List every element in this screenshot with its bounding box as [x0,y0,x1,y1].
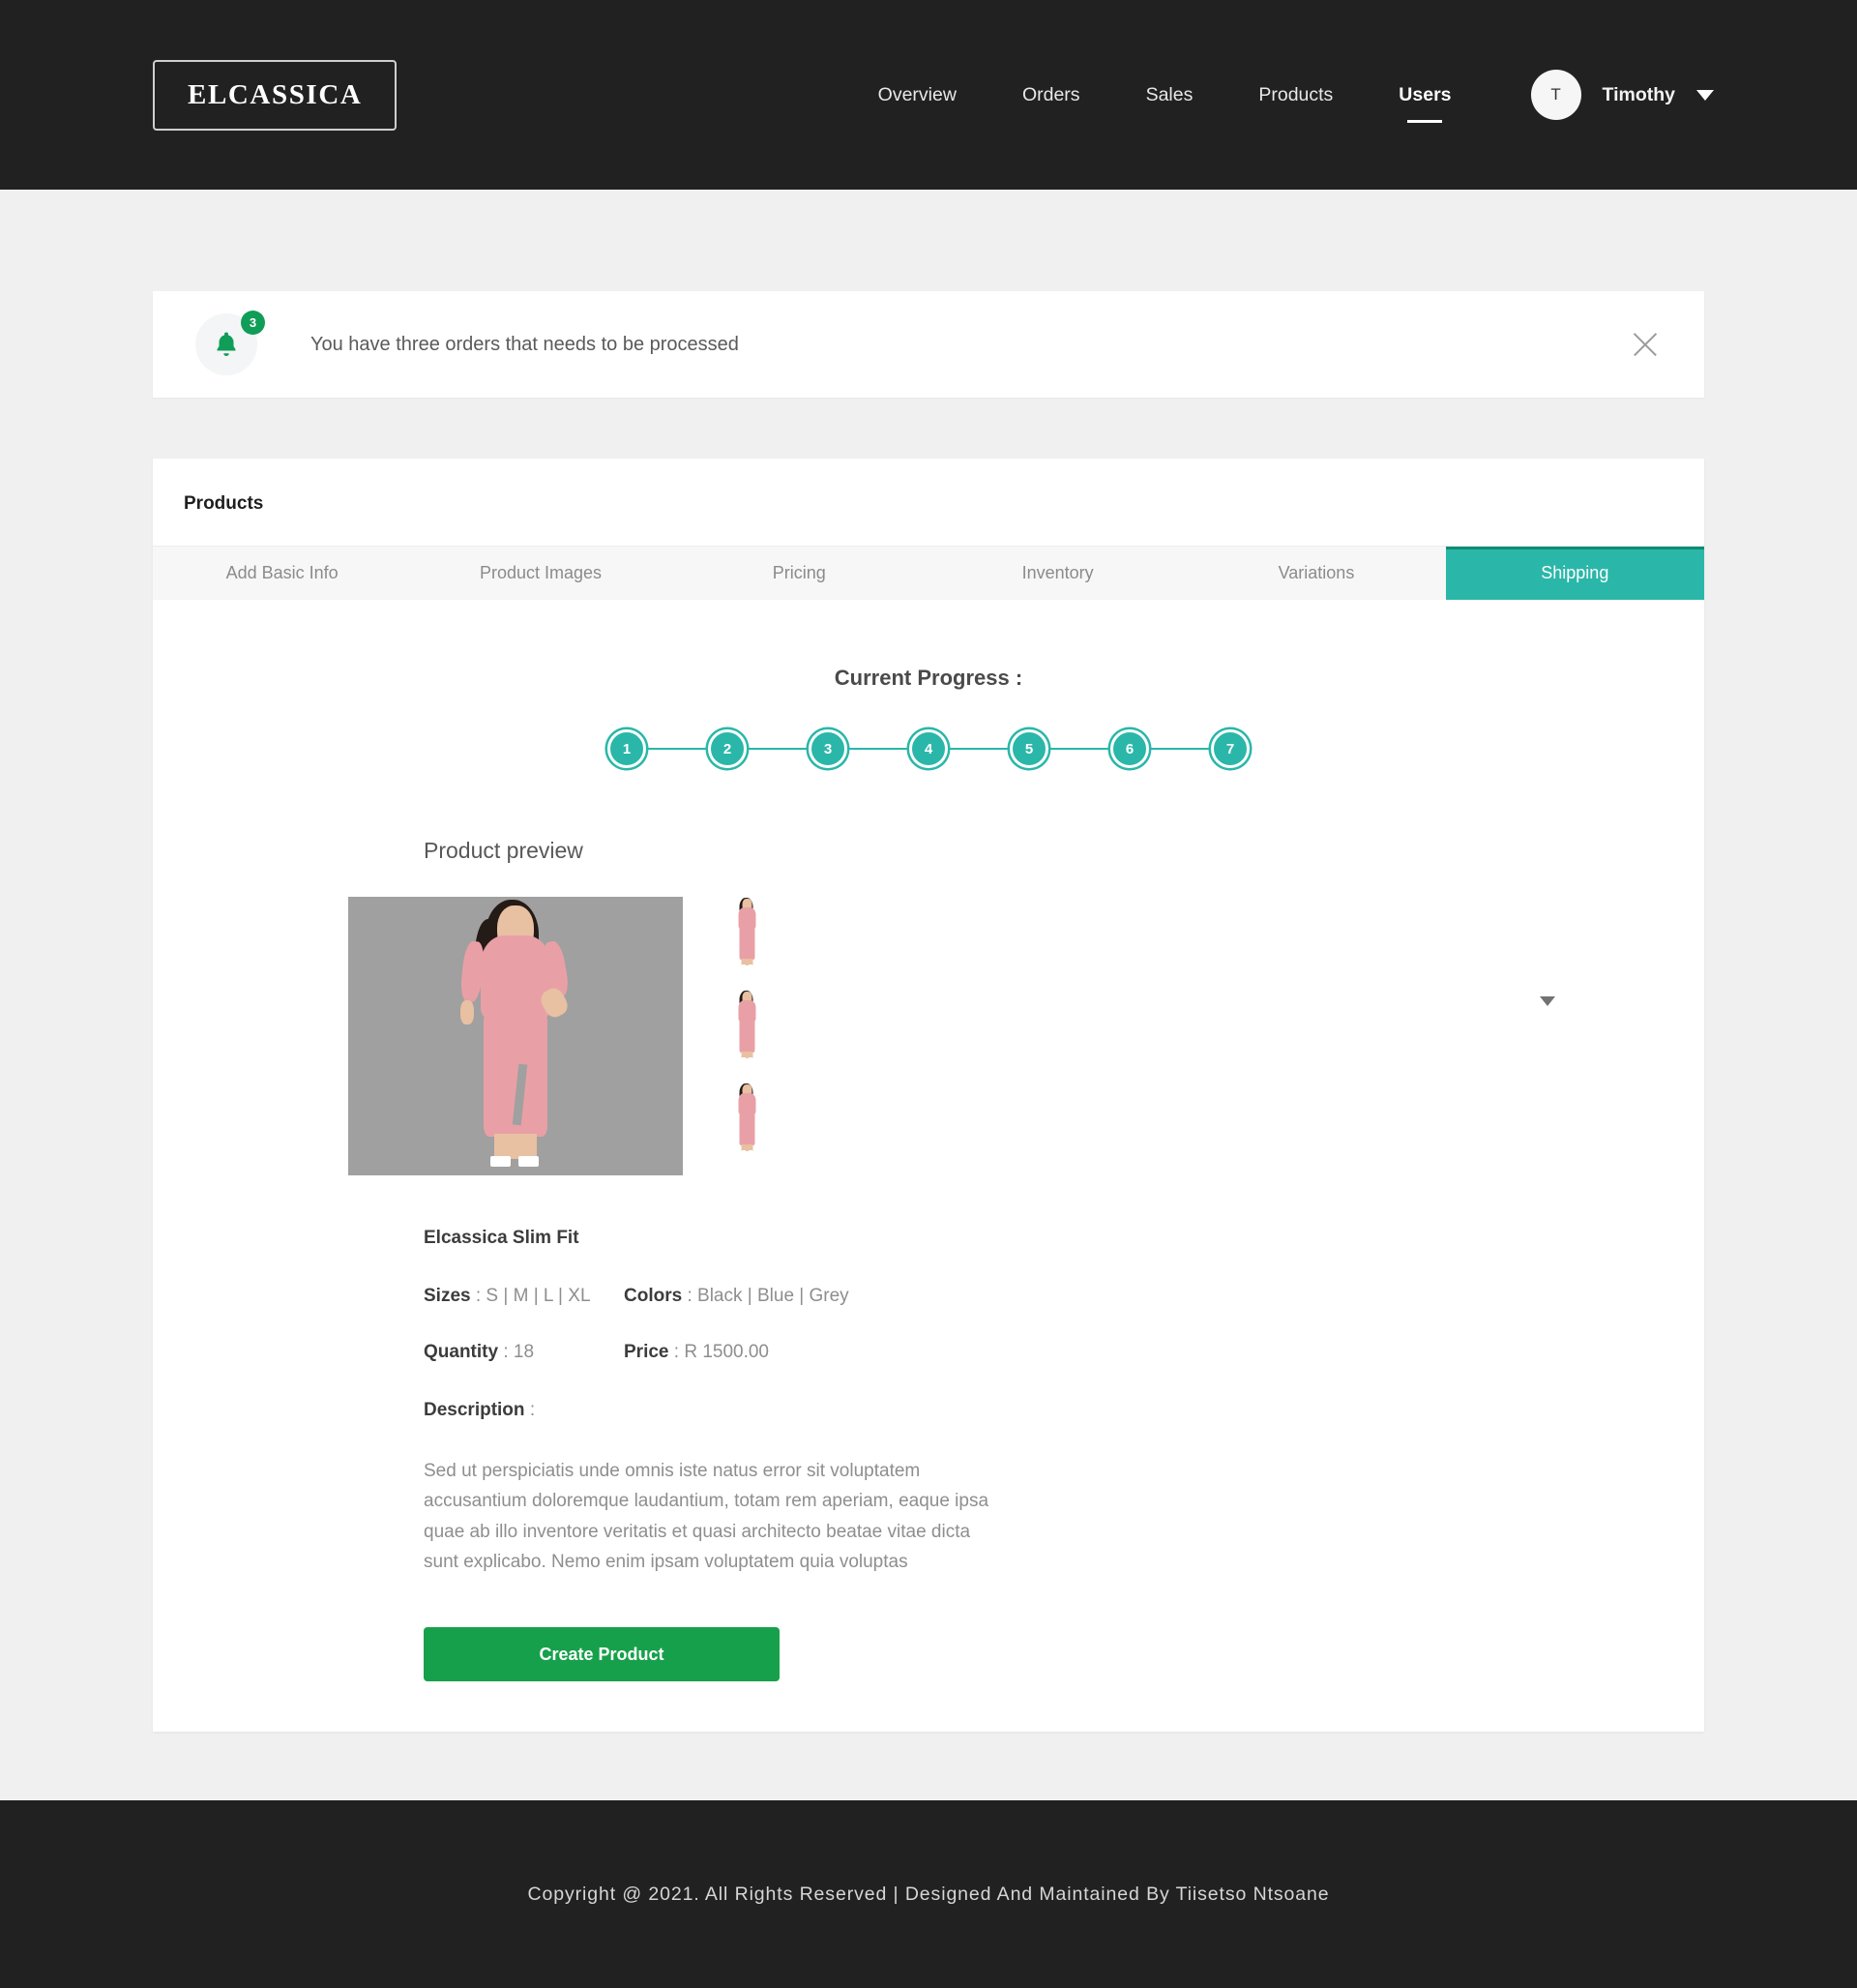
user-name: Timothy [1602,83,1675,105]
tab-inventory[interactable]: Inventory [928,547,1187,600]
create-product-button[interactable]: Create Product [424,1627,780,1682]
step-6[interactable]: 6 [1110,729,1149,768]
tab-shipping[interactable]: Shipping [1445,547,1704,600]
brand-logo[interactable]: ELCASSICA [153,59,398,131]
product-thumbnail-2[interactable] [706,990,788,1062]
nav-item-sales[interactable]: Sales [1113,84,1226,106]
step-5[interactable]: 5 [1010,729,1048,768]
tab-add-basic-info[interactable]: Add Basic Info [153,547,411,600]
product-tabs: Add Basic Info Product Images Pricing In… [153,546,1704,600]
product-thumbnail-1[interactable] [706,897,788,969]
avatar: T [1530,70,1581,120]
attribute-price-label: Price [624,1342,669,1362]
bell-icon: 3 [195,311,265,375]
attribute-quantity-label: Quantity [424,1342,499,1362]
nav-item-products[interactable]: Products [1225,84,1366,106]
attribute-quantity-value: : 18 [503,1342,535,1362]
description-label: Description [424,1400,525,1420]
products-card: Products Add Basic Info Product Images P… [153,459,1704,1733]
progress-title: Current Progress : [834,666,1023,690]
chevron-down-icon[interactable] [1696,89,1714,101]
step-4[interactable]: 4 [909,729,948,768]
page-title: Products [184,493,264,514]
nav-item-users[interactable]: Users [1366,84,1484,106]
brand-logo-text: ELCASSICA [188,78,363,110]
step-connector [646,748,708,750]
tab-product-images[interactable]: Product Images [411,547,669,600]
page-content: 3 You have three orders that needs to be… [0,291,1857,1800]
step-connector [1149,748,1211,750]
attribute-sizes-label: Sizes [424,1286,471,1306]
page-footer: Copyright @ 2021. All Rights Reserved | … [0,1800,1857,1988]
nav-item-overview[interactable]: Overview [845,84,989,106]
attribute-colors-value: : Black | Blue | Grey [687,1286,849,1306]
step-connector [1048,748,1110,750]
attribute-colors-label: Colors [624,1286,683,1306]
step-1[interactable]: 1 [607,729,646,768]
attribute-sizes-value: : S | M | L | XL [475,1286,591,1306]
progress-stepper: 1 2 3 4 5 6 7 [153,729,1704,768]
product-thumbnail-3[interactable] [706,1083,788,1155]
attribute-colors: Colors : Black | Blue | Grey [624,1286,1704,1307]
product-attributes: Sizes : S | M | L | XL Colors : Black | … [424,1286,1704,1363]
top-navigation-bar: ELCASSICA Overview Orders Sales Products… [0,0,1857,190]
step-2[interactable]: 2 [708,729,747,768]
product-main-image[interactable] [348,897,683,1175]
nav-item-orders[interactable]: Orders [989,84,1113,106]
chevron-down-icon[interactable] [1540,996,1555,1006]
description-colon: : [529,1400,536,1420]
attribute-quantity: Quantity : 18 [424,1342,624,1363]
step-connector [948,748,1010,750]
product-name: Elcassica Slim Fit [424,1228,579,1248]
notification-badge: 3 [241,311,265,335]
step-connector [847,748,909,750]
attribute-price: Price : R 1500.00 [624,1342,1704,1363]
attribute-price-value: : R 1500.00 [673,1342,770,1362]
description-text: Sed ut perspiciatis unde omnis iste natu… [424,1461,989,1573]
tab-variations[interactable]: Variations [1187,547,1445,600]
product-preview-title: Product preview [424,838,583,863]
notification-banner: 3 You have three orders that needs to be… [153,291,1704,398]
product-gallery [348,897,1704,1175]
tab-pricing[interactable]: Pricing [670,547,928,600]
user-menu[interactable]: T Timothy [1530,70,1714,120]
main-nav: Overview Orders Sales Products Users T T… [845,70,1714,120]
product-thumbnail-list [706,897,788,1175]
step-7[interactable]: 7 [1211,729,1250,768]
close-icon[interactable] [1629,328,1662,361]
attribute-sizes: Sizes : S | M | L | XL [424,1286,624,1307]
step-3[interactable]: 3 [809,729,847,768]
step-connector [747,748,809,750]
notification-message: You have three orders that needs to be p… [310,333,739,355]
description-label-row: Description : [424,1400,1704,1421]
